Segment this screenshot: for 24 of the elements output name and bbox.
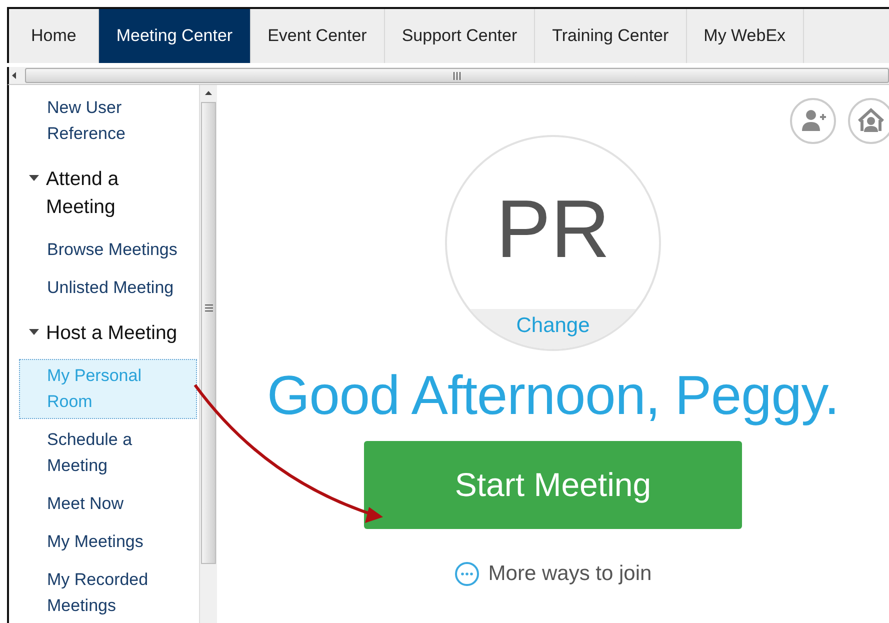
grip-icon [452,72,462,80]
home-person-icon[interactable] [847,97,889,145]
vertical-scrollbar[interactable] [199,85,217,623]
scroll-left-icon[interactable] [12,72,17,79]
sidebar-link[interactable]: Browse Meetings [19,233,197,267]
sidebar-link[interactable]: My Meetings [19,525,197,559]
horizontal-scrollbar[interactable] [7,67,889,85]
sidebar-link[interactable]: New User Reference [19,91,197,151]
greeting-text: Good Afternoon, Peggy. [266,363,839,427]
nav-tab[interactable]: Meeting Center [99,9,251,63]
sidebar-link[interactable]: Unlisted Meeting [19,271,197,305]
sidebar-link[interactable]: My Recorded Meetings [19,563,197,623]
sidebar-heading[interactable]: Attend a Meeting [46,165,191,221]
scroll-up-icon[interactable] [205,91,212,96]
caret-icon[interactable] [29,175,39,182]
caret-icon[interactable] [29,329,39,336]
sidebar-heading[interactable]: Host a Meeting [46,319,178,347]
grip-icon [204,304,212,312]
more-ways-link[interactable]: More ways to join [488,562,652,586]
sidebar-link[interactable]: Schedule a Meeting [19,423,197,483]
add-person-icon[interactable] [789,97,837,145]
sidebar-link[interactable]: Meet Now [19,487,197,521]
more-options-icon[interactable] [454,561,480,587]
avatar-initials: PR [495,183,611,277]
